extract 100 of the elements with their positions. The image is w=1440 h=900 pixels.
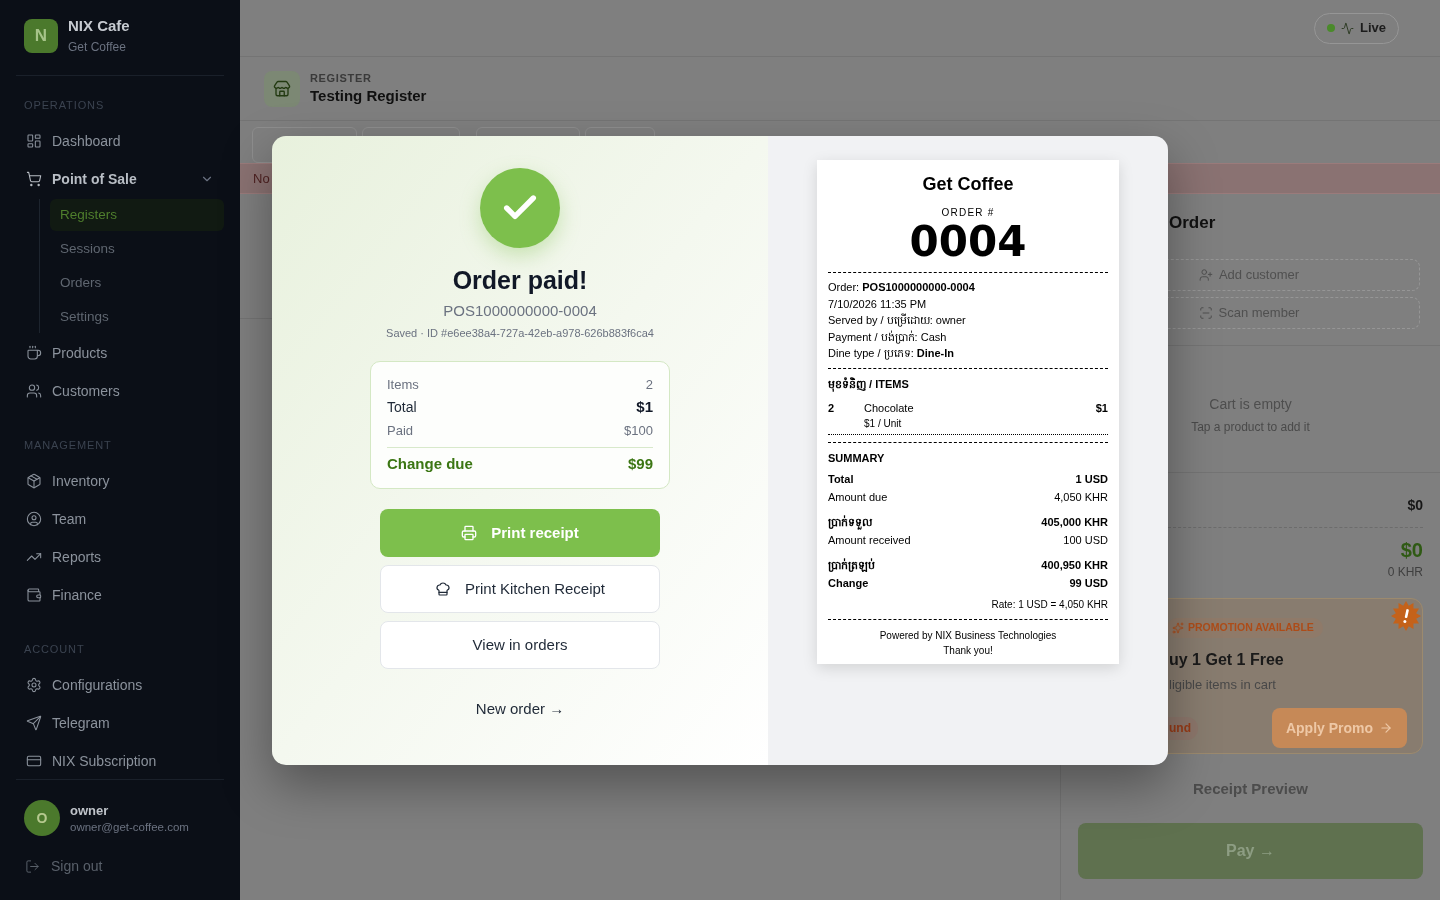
section-label: OPERATIONS xyxy=(24,99,105,111)
nav-item[interactable]: Dashboard xyxy=(16,123,224,159)
register-label: REGISTER xyxy=(310,71,373,86)
receipt-footer-text: Powered by NIX Business Technologies xyxy=(879,628,1057,643)
receipt-summary-label: ប្រាក់ទទួល xyxy=(828,514,872,531)
receipt-footer-text: Thank you! xyxy=(943,643,993,658)
nav-subitem[interactable]: Settings xyxy=(50,301,224,333)
user-name: owner xyxy=(70,801,110,819)
saved-id-text: Saved · ID #e6ee38a4-727a-42eb-a978-626b883f6ca4 xyxy=(386,326,654,341)
receipt-summary-label: Amount due xyxy=(828,490,888,506)
secondary-button[interactable]: View in orders xyxy=(380,621,660,669)
nav-subitem[interactable]: Orders xyxy=(50,267,224,299)
brand-logo: N xyxy=(24,19,58,53)
success-check-icon xyxy=(480,168,560,248)
status-label: Live xyxy=(1360,19,1386,38)
section-label: MANAGEMENT xyxy=(24,439,112,451)
summary-label: Paid xyxy=(387,421,414,440)
exchange-rate: Rate: 1 USD = 4,050 KHR xyxy=(991,597,1108,612)
summary-label: Total xyxy=(387,398,417,417)
summary-value: 2 xyxy=(645,375,653,394)
nav-item[interactable]: Reports xyxy=(16,539,224,575)
nav-item[interactable]: Team xyxy=(16,501,224,537)
receipt-summary-label: Amount received xyxy=(828,533,911,549)
item-quantity: 2 xyxy=(828,401,836,417)
promo-tag: und xyxy=(1167,716,1198,740)
receipt-detail-line: Payment / បង់ប្រាក់: Cash xyxy=(828,329,948,345)
printer-icon xyxy=(461,525,478,541)
receipt-summary-label: ប្រាក់ត្រឡប់ xyxy=(828,557,875,574)
nav-item[interactable]: Configurations xyxy=(16,667,224,703)
nav-item[interactable]: Finance xyxy=(16,577,224,613)
new-order-link[interactable]: New order → xyxy=(475,699,565,719)
items-heading: មុខទំនិញ / ITEMS xyxy=(828,376,910,392)
total-khr-value: 0 KHR xyxy=(1387,564,1423,580)
receipt-summary-value: 1 USD xyxy=(1075,472,1108,488)
promo-badge-text: PROMOTION AVAILABLE xyxy=(1188,620,1314,636)
promo-subtitle: ligible items in cart xyxy=(1169,677,1276,692)
user-circle-icon xyxy=(26,511,42,527)
summary-label: Items xyxy=(387,375,419,394)
receipt-detail-line: Dine type / ប្រភេទ: Dine-In xyxy=(828,346,956,362)
summary-heading: SUMMARY xyxy=(828,450,886,466)
nav-item[interactable]: NIX Subscription xyxy=(16,743,224,779)
grid-icon xyxy=(26,133,42,149)
scan-icon xyxy=(1198,306,1213,320)
users-icon xyxy=(26,383,42,399)
register-name: Testing Register xyxy=(310,86,427,106)
receipt-summary-label: Change xyxy=(828,576,869,592)
order-number: POS1000000000-0004 xyxy=(443,301,597,321)
promo-title: uy 1 Get 1 Free xyxy=(1169,651,1284,668)
nav-item[interactable]: Point of Sale xyxy=(16,161,224,197)
receipt-summary-value: 100 USD xyxy=(1063,533,1108,549)
arrow-right-icon xyxy=(1379,721,1394,735)
box-icon xyxy=(26,473,42,489)
receipt-detail-line: Order: POS1000000000-0004 xyxy=(828,280,976,295)
pulse-icon xyxy=(1341,21,1354,35)
subtotal-value: $0 xyxy=(1407,495,1423,515)
banner-text: No xyxy=(253,169,270,188)
paper-plane-icon xyxy=(26,715,42,731)
receipt-summary-value: 405,000 KHR xyxy=(1041,515,1108,531)
receipt-summary-label: Total xyxy=(828,472,854,488)
nav-item[interactable]: Inventory xyxy=(16,463,224,499)
nav-item[interactable]: Telegram xyxy=(16,705,224,741)
item-price: $1 xyxy=(1095,401,1108,417)
sparkle-icon xyxy=(1172,622,1184,634)
section-label: ACCOUNT xyxy=(24,643,85,655)
panel-title: Order xyxy=(1169,213,1216,232)
receipt-summary-value: 4,050 KHR xyxy=(1054,490,1108,506)
receipt-shop-name: Get Coffee xyxy=(922,173,1014,196)
item-unit-price: $1 / Unit xyxy=(864,417,902,431)
dialog-title: Order paid! xyxy=(452,265,588,296)
avatar-icon: O xyxy=(24,800,60,836)
order-label: ORDER # xyxy=(941,206,995,220)
receipt-summary-value: 99 USD xyxy=(1069,576,1108,592)
store-icon xyxy=(264,70,300,107)
brand-name: NIX Cafe xyxy=(68,16,130,36)
summary-value: $1 xyxy=(636,397,653,418)
starburst-badge-icon xyxy=(1391,601,1421,631)
summary-value: $100 xyxy=(624,421,653,440)
receipt-detail-line: Served by / បម្រើដោយ: owner xyxy=(828,312,967,329)
settings-icon xyxy=(26,677,42,693)
nav-item[interactable]: Products xyxy=(16,335,224,371)
secondary-button[interactable]: Print Kitchen Receipt xyxy=(380,565,660,613)
change-due-value: $99 xyxy=(627,453,653,474)
card-icon xyxy=(26,753,42,769)
nav-item[interactable]: Customers xyxy=(16,373,224,409)
nav-subitem[interactable]: Sessions xyxy=(50,233,224,265)
chef-hat-icon xyxy=(434,581,451,597)
receipt-detail-line: 7/10/2026 11:35 PM xyxy=(828,296,928,312)
wallet-icon xyxy=(26,587,42,603)
brand-subtitle: Get Coffee xyxy=(68,39,127,55)
cart-icon xyxy=(26,171,42,187)
user-email: owner@get-coffee.com xyxy=(70,819,189,835)
change-due-label: Change due xyxy=(387,453,473,474)
user-plus-icon xyxy=(1198,268,1213,282)
nav-subitem[interactable]: Registers xyxy=(50,199,224,231)
receipt-summary-value: 400,950 KHR xyxy=(1041,558,1108,574)
order-number-large: 0004 xyxy=(909,220,1027,264)
cup-icon xyxy=(26,345,42,361)
item-name: Chocolate xyxy=(864,401,915,417)
log-out-icon xyxy=(25,858,40,874)
total-value: $0 xyxy=(1400,538,1423,563)
